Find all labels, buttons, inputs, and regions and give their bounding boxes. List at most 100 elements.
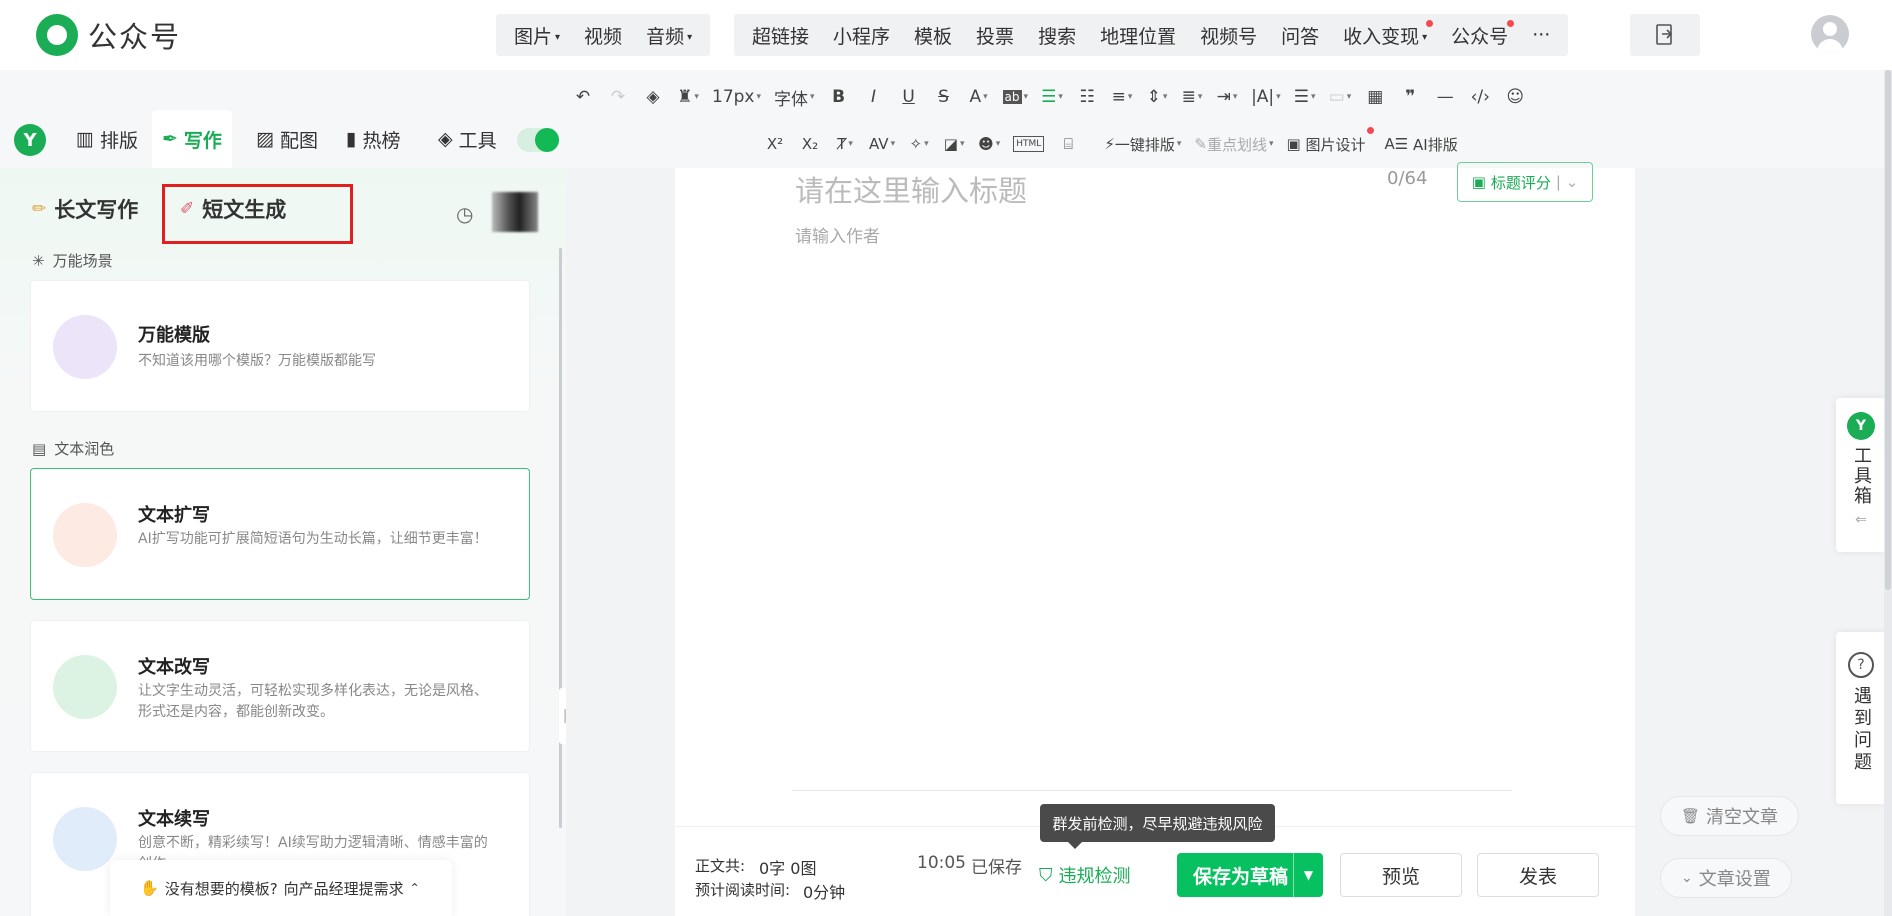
- pen-icon: ✒: [162, 128, 178, 150]
- undo-icon[interactable]: ↶: [572, 84, 594, 110]
- image-layout-icon[interactable]: ▭ ▾: [1329, 84, 1352, 110]
- redo-icon[interactable]: ↷: [607, 84, 629, 110]
- magic-wand-icon[interactable]: ✧ ▾: [908, 131, 930, 157]
- nav-feature-4[interactable]: 搜索: [1026, 22, 1088, 49]
- letter-spacing-icon[interactable]: |A| ▾: [1251, 84, 1281, 110]
- font-family-select[interactable]: 字体 ▾: [774, 84, 815, 110]
- caret-down-icon: ▾: [1422, 31, 1428, 43]
- plugin-logo-icon[interactable]: Y: [14, 124, 46, 156]
- ai-layout-button[interactable]: A☰ AI排版: [1385, 131, 1458, 157]
- tab-tools[interactable]: ◈ 工具: [428, 110, 507, 168]
- clear-format-icon[interactable]: Ⱦ ▾: [834, 131, 856, 157]
- nav-feature-0[interactable]: 超链接: [740, 22, 821, 49]
- media-insert-group: 图片 ▾ 视频 音频 ▾: [496, 14, 711, 56]
- blurred-user-avatar[interactable]: [492, 192, 538, 232]
- format-painter-icon[interactable]: ♜ ▾: [677, 84, 699, 110]
- font-color-icon[interactable]: A ▾: [968, 84, 990, 110]
- nav-feature-3[interactable]: 投票: [964, 22, 1026, 49]
- line-height-icon[interactable]: ⇕ ▾: [1146, 84, 1168, 110]
- html-icon[interactable]: HTML: [1013, 136, 1045, 152]
- nav-feature-2[interactable]: 模板: [902, 22, 964, 49]
- user-avatar[interactable]: [1811, 15, 1849, 53]
- page-scrollbar[interactable]: [1884, 70, 1892, 916]
- sticker-icon[interactable]: ☻ ▾: [978, 131, 1000, 157]
- writing-panel: ✏ 长文写作 ✐ 短文生成 ◷ ✳ 万能场景 万能模版 不知道该用哪个模版？万能…: [0, 168, 566, 916]
- notification-dot: [1426, 19, 1434, 27]
- tab-layout[interactable]: ▥ 排版: [66, 110, 148, 168]
- card-title: 文本改写: [138, 657, 210, 678]
- chart-icon[interactable]: ◪ ▾: [943, 131, 965, 157]
- title-score-button[interactable]: ▣ 标题评分 | ⌄: [1457, 162, 1593, 202]
- align-justify-icon[interactable]: ☰ ▾: [1041, 84, 1063, 110]
- publish-button[interactable]: 发表: [1477, 853, 1599, 897]
- nav-media-1[interactable]: 视频: [572, 22, 634, 49]
- help-panel[interactable]: ? 遇到问题: [1836, 632, 1886, 804]
- subscript-icon[interactable]: X₂: [799, 131, 821, 157]
- toolbox-panel[interactable]: Y 工具箱 ⇐: [1836, 398, 1886, 552]
- divider-icon[interactable]: —: [1434, 84, 1456, 110]
- char-spacing-icon[interactable]: AV ▾: [869, 131, 895, 157]
- italic-icon[interactable]: I: [863, 84, 885, 110]
- chevron-up-icon[interactable]: ⌃: [410, 881, 420, 895]
- compliance-check-button[interactable]: ⛉ 违规检测: [1039, 862, 1131, 888]
- table-icon[interactable]: ▦: [1364, 84, 1386, 110]
- nav-feature-7[interactable]: 问答: [1269, 22, 1331, 49]
- underline-icon[interactable]: U: [898, 84, 920, 110]
- nav-feature-9[interactable]: 公众号: [1439, 19, 1520, 49]
- eraser-icon[interactable]: ◈: [642, 84, 664, 110]
- nav-media-0[interactable]: 图片 ▾: [502, 22, 572, 49]
- toolbox-briefcase-icon[interactable]: ⌸: [1057, 131, 1079, 157]
- title-score-label: 标题评分: [1490, 173, 1551, 192]
- card-universal-template[interactable]: 万能模版 不知道该用哪个模版？万能模版都能写: [30, 280, 530, 412]
- card-text-expand[interactable]: 文本扩写 AI扩写功能可扩展简短语句为生动长篇，让细节更丰富！: [30, 468, 530, 600]
- nav-media-2[interactable]: 音频 ▾: [634, 22, 704, 49]
- plugin-toggle[interactable]: [517, 128, 559, 152]
- caret-down-icon[interactable]: ▼: [1293, 853, 1323, 897]
- nav-feature-10[interactable]: ···: [1520, 24, 1562, 46]
- bold-icon[interactable]: B: [828, 84, 850, 110]
- paragraph-spacing-icon[interactable]: ≣ ▾: [1181, 84, 1203, 110]
- nav-feature-1[interactable]: 小程序: [821, 22, 902, 49]
- nav-feature-6[interactable]: 视频号: [1188, 22, 1269, 49]
- emoji-icon[interactable]: ☺: [1504, 84, 1526, 110]
- background-color-icon[interactable]: ab ▾: [1002, 84, 1028, 110]
- preview-button[interactable]: 预览: [1340, 853, 1462, 897]
- export-icon-button[interactable]: [1630, 14, 1700, 56]
- clear-article-button[interactable]: 🗑 清空文章: [1660, 796, 1800, 836]
- compliance-check-label: 违规检测: [1058, 866, 1131, 887]
- article-settings-button[interactable]: ⌄ 文章设置: [1660, 858, 1792, 898]
- nav-feature-8[interactable]: 收入变现 ▾: [1331, 19, 1439, 49]
- page-scrollbar-thumb[interactable]: [1885, 70, 1891, 590]
- nav-item-label: 公众号: [1451, 25, 1509, 48]
- font-size-select[interactable]: 17px ▾: [712, 84, 761, 110]
- editor-divider: [792, 790, 1512, 791]
- tab-long-writing[interactable]: ✏ 长文写作: [32, 194, 138, 224]
- strikethrough-icon[interactable]: S: [933, 84, 955, 110]
- history-icon[interactable]: ◷: [456, 202, 473, 226]
- one-click-layout-button[interactable]: ⚡ 一键排版 ▾: [1104, 131, 1181, 157]
- nav-feature-5[interactable]: 地理位置: [1088, 22, 1188, 49]
- section-text-polish: ▤ 文本润色: [32, 438, 114, 459]
- app-name: 公众号: [88, 20, 182, 54]
- code-icon[interactable]: ‹/›: [1469, 84, 1491, 110]
- author-input[interactable]: 请输入作者: [795, 222, 880, 247]
- feedback-link[interactable]: 向产品经理提需求: [284, 878, 404, 899]
- title-input[interactable]: 请在这里输入标题: [795, 168, 1027, 210]
- tab-hot-list[interactable]: ▮ 热榜: [336, 110, 410, 168]
- card-text-rewrite[interactable]: 文本改写 让文字生动灵活，可轻松实现多样化表达，无论是风格、形式还是内容，都能创…: [30, 620, 530, 752]
- save-draft-button[interactable]: 保存为草稿 ▼: [1177, 853, 1323, 897]
- tab-label: 工具: [458, 129, 497, 152]
- tab-writing[interactable]: ✒ 写作: [152, 110, 232, 168]
- superscript-icon[interactable]: X²: [764, 131, 786, 157]
- app-logo[interactable]: 公众号: [36, 14, 181, 56]
- align-center-icon[interactable]: ≡ ▾: [1111, 84, 1133, 110]
- quote-icon[interactable]: ❞: [1399, 84, 1421, 110]
- indent-icon[interactable]: ☷: [1076, 84, 1098, 110]
- text-indent-icon[interactable]: ⇥ ▾: [1216, 84, 1238, 110]
- image-design-button[interactable]: ▣ 图片设计: [1287, 127, 1374, 157]
- key-underline-button[interactable]: ✎ 重点划线 ▾: [1194, 131, 1273, 157]
- panel-resize-handle[interactable]: ||: [559, 688, 566, 744]
- top-bar: 公众号 图片 ▾ 视频 音频 ▾ 超链接 小程序 模板 投票 搜索 地理位置 视频号 问答 收入变现 ▾ 公…: [0, 0, 1892, 70]
- tab-illustration[interactable]: ▨ 配图: [246, 110, 328, 168]
- list-icon[interactable]: ☰ ▾: [1294, 84, 1316, 110]
